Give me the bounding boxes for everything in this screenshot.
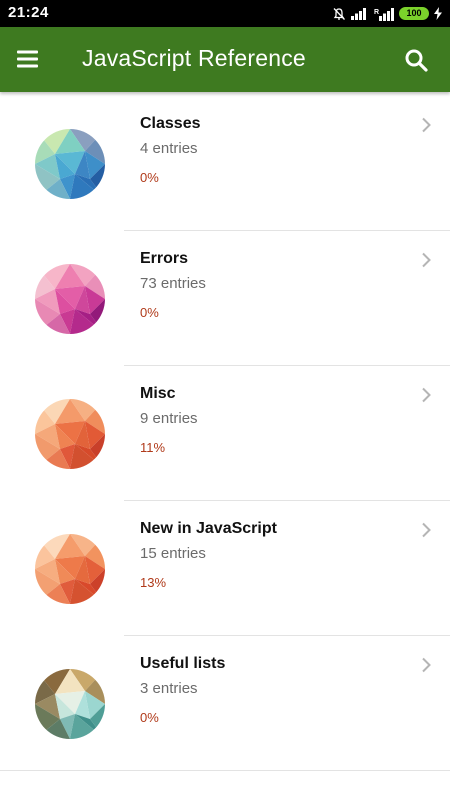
battery-level: 100 [406, 8, 422, 18]
divider [0, 770, 450, 771]
status-icons: R 100 [332, 5, 442, 22]
item-entries: 9 entries [140, 410, 198, 427]
app-bar: JavaScript Reference [0, 27, 450, 92]
new-in-javascript-avatar-icon [35, 534, 105, 604]
chevron-right-icon [420, 657, 432, 673]
category-list: Classes 4 entries 0% Errors 73 entries 0… [0, 96, 450, 771]
item-entries: 73 entries [140, 275, 206, 292]
list-item-classes[interactable]: Classes 4 entries 0% [0, 96, 450, 231]
item-progress: 0% [140, 305, 159, 320]
list-item-useful-lists[interactable]: Useful lists 3 entries 0% [0, 636, 450, 771]
app-title: JavaScript Reference [82, 45, 306, 71]
misc-avatar-icon [35, 399, 105, 469]
item-entries: 15 entries [140, 545, 206, 562]
status-time: 21:24 [8, 4, 49, 21]
errors-avatar-icon [35, 264, 105, 334]
svg-text:R: R [374, 9, 379, 16]
useful-lists-avatar-icon [35, 669, 105, 739]
item-progress: 11% [140, 440, 166, 455]
item-title: New in JavaScript [140, 520, 277, 537]
item-progress: 0% [140, 170, 159, 185]
list-item-misc[interactable]: Misc 9 entries 11% [0, 366, 450, 501]
hamburger-menu-icon[interactable] [16, 49, 40, 69]
item-title: Classes [140, 115, 201, 132]
chevron-right-icon [420, 252, 432, 268]
list-item-new-in-javascript[interactable]: New in JavaScript 15 entries 13% [0, 501, 450, 636]
list-item-errors[interactable]: Errors 73 entries 0% [0, 231, 450, 366]
charging-icon [434, 7, 442, 20]
item-entries: 4 entries [140, 140, 198, 157]
chevron-right-icon [420, 117, 432, 133]
chevron-right-icon [420, 522, 432, 538]
item-title: Errors [140, 250, 189, 267]
item-title: Useful lists [140, 655, 226, 672]
status-bar: 21:24 R 100 [0, 0, 450, 27]
item-title: Misc [140, 385, 176, 402]
chevron-right-icon [420, 387, 432, 403]
classes-avatar-icon [35, 129, 105, 199]
battery-icon: 100 [399, 7, 429, 20]
mute-icon [332, 7, 346, 21]
signal-r-icon: R [374, 7, 394, 21]
item-progress: 0% [140, 710, 159, 725]
item-progress: 13% [140, 575, 167, 590]
item-entries: 3 entries [140, 680, 198, 697]
signal-icon [351, 7, 369, 20]
search-icon[interactable] [404, 48, 428, 72]
